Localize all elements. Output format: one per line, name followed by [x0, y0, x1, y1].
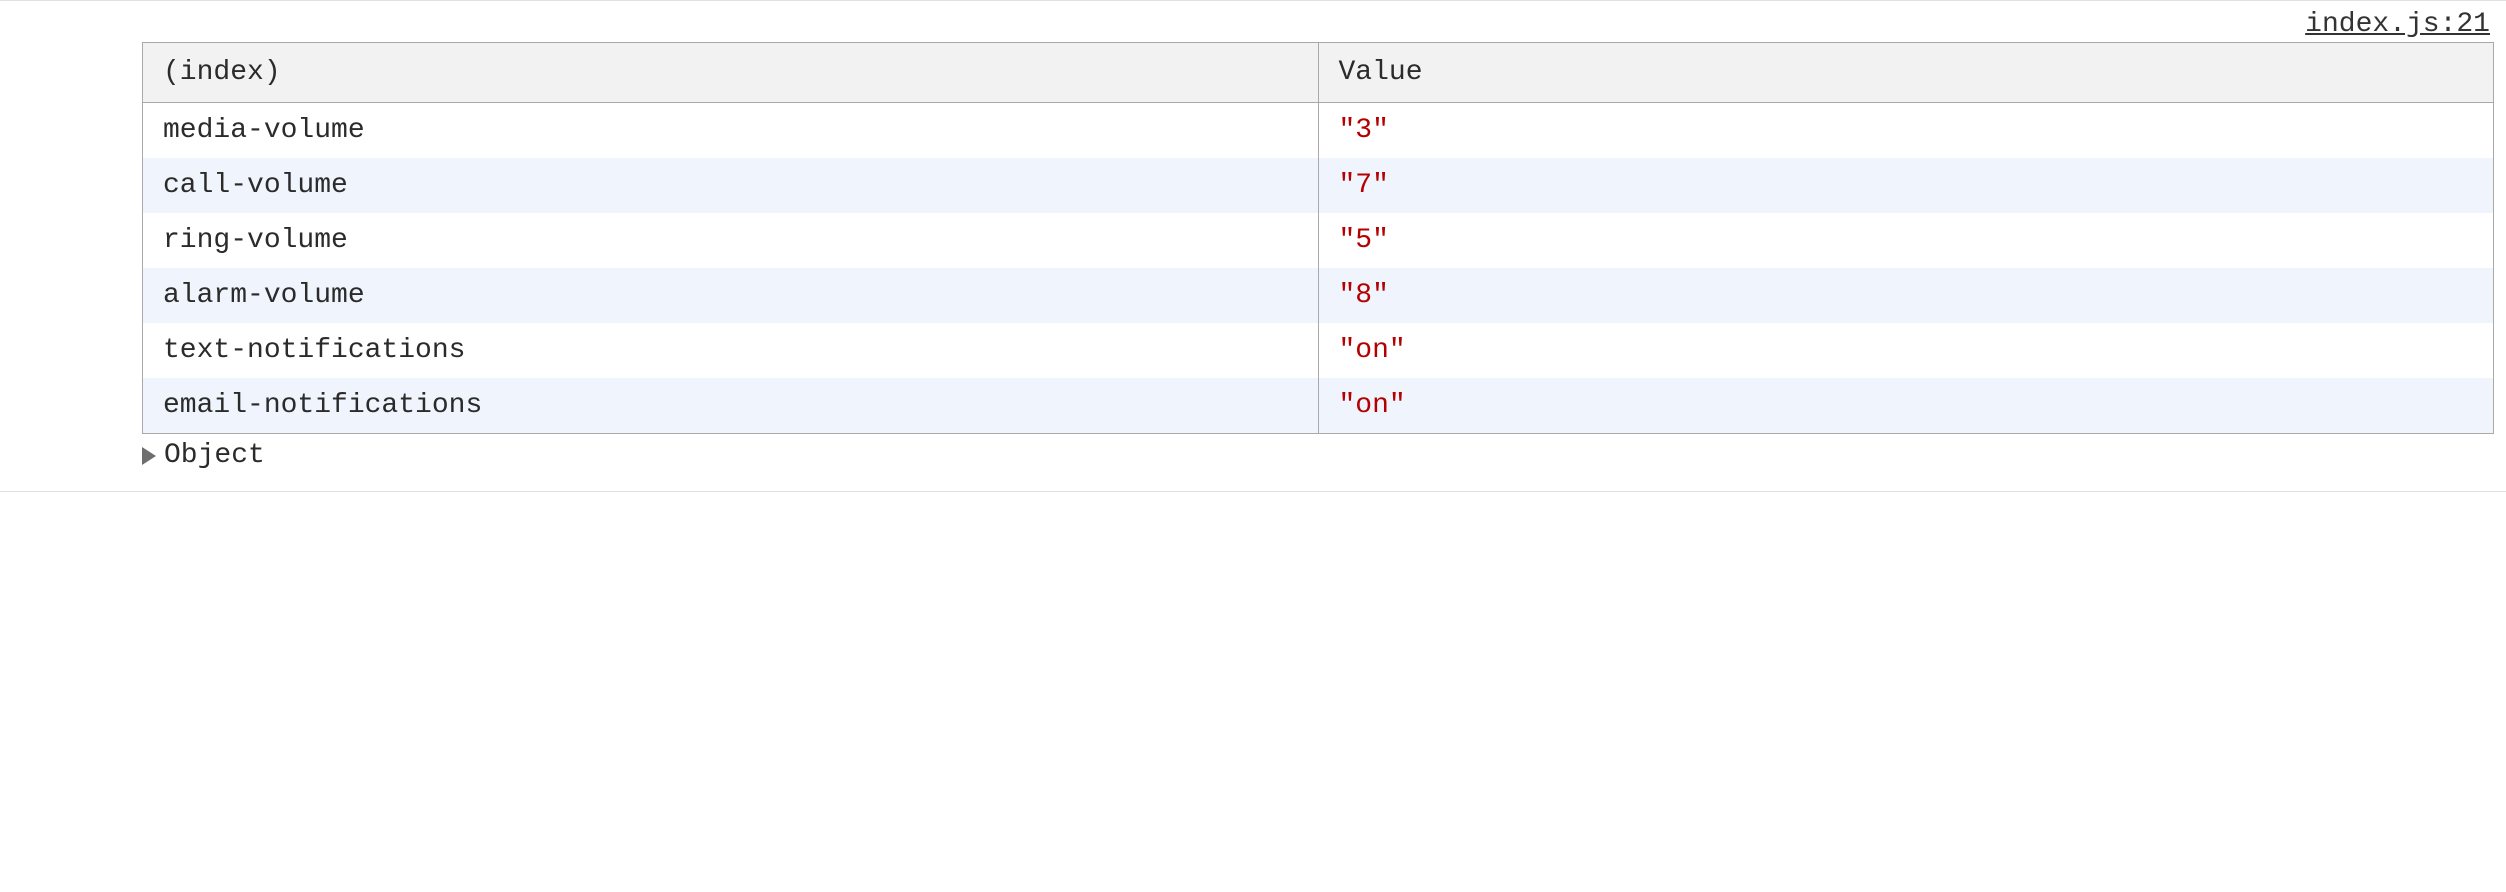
cell-value: "7" [1318, 158, 2494, 213]
cell-value: "on" [1318, 323, 2494, 378]
column-header-value[interactable]: Value [1318, 43, 2494, 103]
cell-index: media-volume [143, 103, 1319, 159]
source-link-container: index.js:21 [12, 9, 2494, 42]
string-value: "3" [1339, 115, 1389, 146]
column-header-index[interactable]: (index) [143, 43, 1319, 103]
table-row[interactable]: email-notifications "on" [143, 378, 2494, 434]
table-row[interactable]: alarm-volume "8" [143, 268, 2494, 323]
table-row[interactable]: text-notifications "on" [143, 323, 2494, 378]
table-row[interactable]: ring-volume "5" [143, 213, 2494, 268]
cell-index: text-notifications [143, 323, 1319, 378]
string-value: "8" [1339, 280, 1389, 311]
cell-value: "on" [1318, 378, 2494, 434]
cell-index: alarm-volume [143, 268, 1319, 323]
chevron-right-icon [142, 447, 156, 465]
object-label: Object [164, 440, 265, 471]
console-table: (index) Value media-volume "3" call-volu… [142, 42, 2494, 434]
cell-index: email-notifications [143, 378, 1319, 434]
table-header-row: (index) Value [143, 43, 2494, 103]
cell-index: call-volume [143, 158, 1319, 213]
string-value: "7" [1339, 170, 1389, 201]
cell-index: ring-volume [143, 213, 1319, 268]
string-value: "on" [1339, 335, 1406, 366]
console-output: index.js:21 (index) Value media-volume "… [0, 0, 2506, 492]
cell-value: "5" [1318, 213, 2494, 268]
object-disclosure[interactable]: Object [142, 440, 2494, 471]
cell-value: "3" [1318, 103, 2494, 159]
source-link[interactable]: index.js:21 [2305, 9, 2490, 40]
string-value: "5" [1339, 225, 1389, 256]
string-value: "on" [1339, 390, 1406, 421]
cell-value: "8" [1318, 268, 2494, 323]
table-row[interactable]: media-volume "3" [143, 103, 2494, 159]
table-row[interactable]: call-volume "7" [143, 158, 2494, 213]
